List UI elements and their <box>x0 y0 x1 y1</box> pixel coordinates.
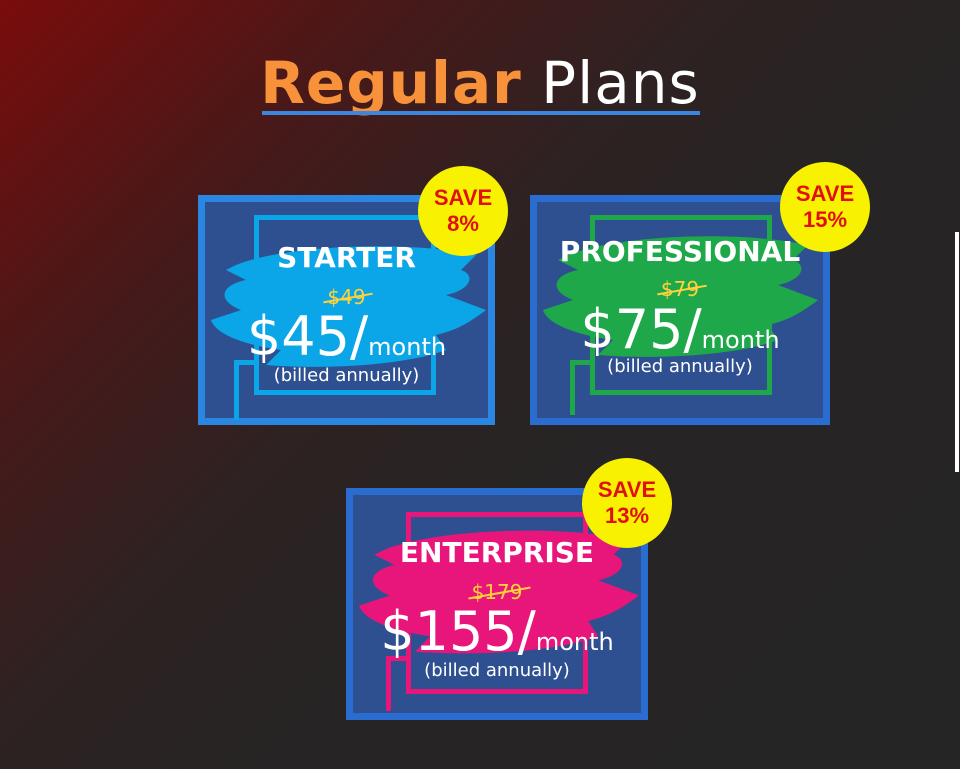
edge-bracket <box>955 232 960 472</box>
save-badge-starter: SAVE 8% <box>418 166 508 256</box>
save-badge-enterprise: SAVE 13% <box>582 458 672 548</box>
plan-name: PROFESSIONAL <box>559 235 801 268</box>
title-rest: Plans <box>541 49 700 117</box>
page-title: Regular Plans <box>0 48 960 118</box>
billing-note: (billed annually) <box>607 356 753 377</box>
plan-price: $45/month <box>246 305 447 368</box>
title-accent: Regular <box>260 49 522 117</box>
billing-note: (billed annually) <box>273 365 420 386</box>
billing-note: (billed annually) <box>424 660 570 681</box>
plan-price: $155/month <box>380 600 614 663</box>
plan-price: $75/month <box>580 298 780 361</box>
save-badge-professional: SAVE 15% <box>780 162 870 252</box>
title-underline <box>262 111 700 115</box>
